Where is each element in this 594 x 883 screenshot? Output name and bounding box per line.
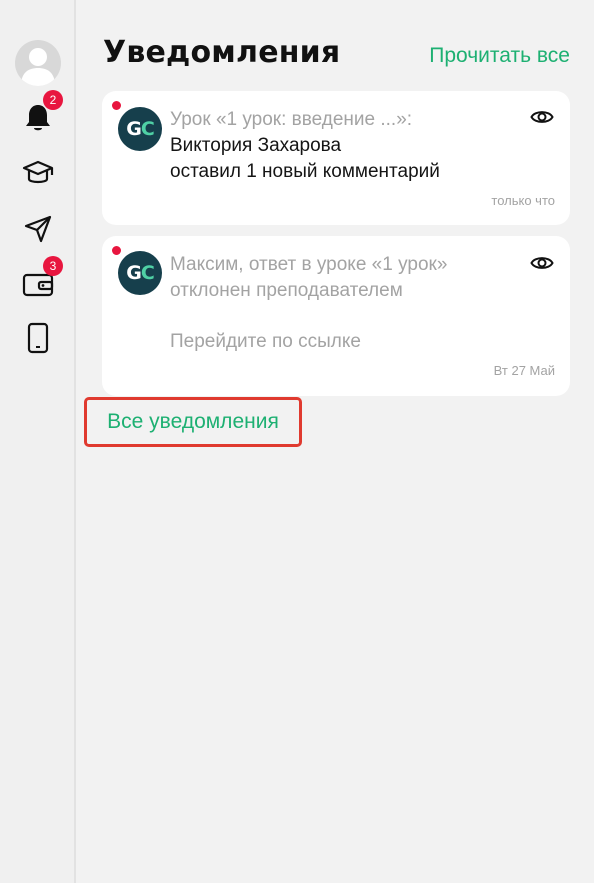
notifications-panel: Уведомления Прочитать все GC Урок «1 уро… — [78, 0, 594, 883]
all-notifications-link[interactable]: Все уведомления — [84, 397, 302, 447]
page-title: Уведомления — [103, 35, 341, 70]
graduation-cap-icon[interactable] — [21, 156, 55, 190]
unread-indicator — [112, 101, 121, 110]
avatar[interactable] — [15, 40, 61, 86]
notification-title: Максим, ответ в уроке «1 урок» — [170, 254, 448, 275]
notification-time: Вт 27 Май — [493, 363, 555, 378]
read-all-link[interactable]: Прочитать все — [429, 44, 570, 68]
notification-title: Урок «1 урок: введение ...»: — [170, 109, 413, 130]
notifications-count-badge: 2 — [43, 90, 63, 110]
send-icon[interactable] — [21, 212, 55, 246]
notification-status: отклонен преподавателем — [170, 280, 403, 301]
notification-card[interactable]: GC Максим, ответ в уроке «1 урок» отклон… — [102, 236, 570, 396]
notification-message: оставил 1 новый комментарий — [170, 161, 440, 182]
eye-icon[interactable] — [530, 254, 554, 272]
notification-time: только что — [491, 193, 555, 208]
gc-logo: GC — [118, 107, 162, 151]
notification-card[interactable]: GC Урок «1 урок: введение ...»: Виктория… — [102, 91, 570, 225]
gc-logo: GC — [118, 251, 162, 295]
unread-indicator — [112, 246, 121, 255]
eye-icon[interactable] — [530, 108, 554, 126]
notification-link-text[interactable]: Перейдите по ссылке — [170, 331, 361, 353]
sidebar: 2 3 — [0, 0, 76, 883]
notification-author: Виктория Захарова — [170, 135, 342, 156]
wallet-count-badge: 3 — [43, 256, 63, 276]
mobile-phone-icon[interactable] — [21, 321, 55, 355]
